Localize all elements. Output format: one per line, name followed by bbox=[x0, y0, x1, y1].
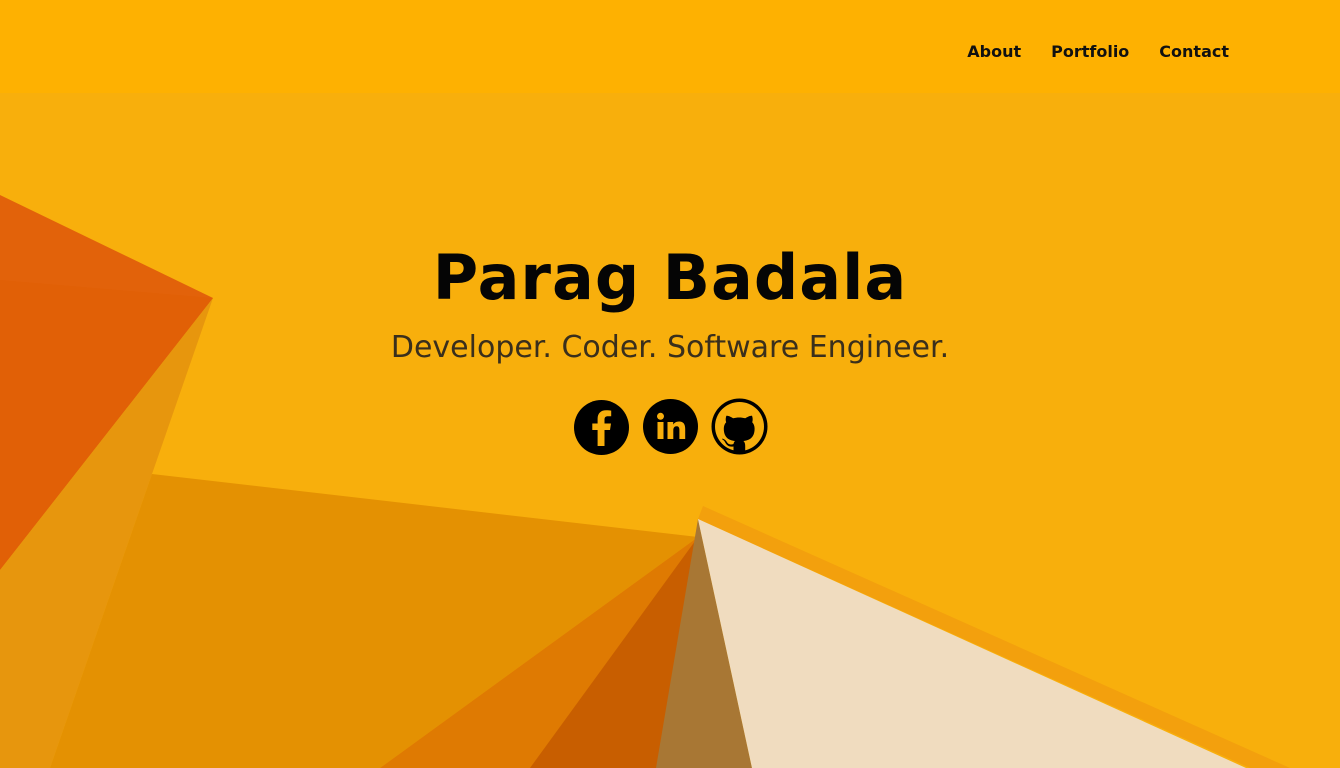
social-links bbox=[0, 398, 1340, 455]
navbar: About Portfolio Contact bbox=[0, 0, 1340, 93]
facebook-link[interactable] bbox=[573, 398, 630, 455]
hero-tagline: Developer. Coder. Software Engineer. bbox=[390, 330, 950, 365]
nav-links: About Portfolio Contact bbox=[967, 41, 1229, 63]
page: About Portfolio Contact Parag Badala Dev… bbox=[0, 0, 1340, 768]
github-link[interactable] bbox=[711, 398, 768, 455]
background-polygons bbox=[0, 195, 1290, 768]
nav-portfolio-link[interactable]: Portfolio bbox=[1051, 41, 1129, 63]
linkedin-icon bbox=[642, 399, 698, 454]
linkedin-link[interactable] bbox=[642, 398, 699, 455]
hero-name: Parag Badala bbox=[432, 241, 908, 314]
facebook-icon bbox=[573, 400, 629, 455]
nav-contact-link[interactable]: Contact bbox=[1159, 41, 1229, 63]
nav-about-link[interactable]: About bbox=[967, 41, 1021, 63]
github-icon bbox=[711, 398, 767, 455]
